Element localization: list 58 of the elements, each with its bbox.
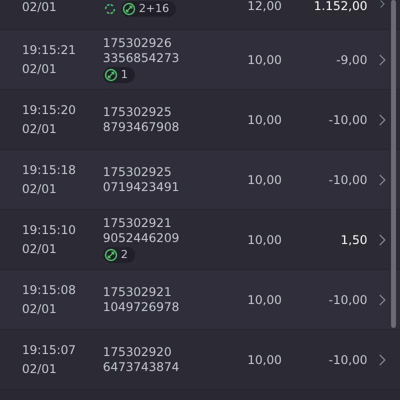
refresh-icon — [102, 2, 117, 16]
transfer-icon — [104, 68, 118, 82]
chevron-icon — [379, 54, 386, 66]
quantity-text: 10,00 — [246, 232, 282, 246]
id-text: 8793467908 — [102, 120, 180, 134]
transaction-row[interactable]: 19:15:21 02/01 175302926 3356854273 1 10,00 -9,00 — [0, 30, 400, 90]
transfer-icon — [104, 248, 118, 262]
id-text: 9052446209 — [102, 231, 180, 246]
chevron-icon — [379, 354, 386, 366]
quantity-text: 10,00 — [246, 52, 282, 66]
time-text: 19:15:20 — [22, 102, 77, 118]
id-text: 1049726978 — [102, 300, 180, 314]
time-text: 19:15:08 — [22, 282, 77, 298]
chevron-icon — [379, 114, 386, 126]
amount-text: -10,00 — [328, 172, 368, 186]
amount-text: 1,50 — [340, 232, 368, 246]
transfer-icon — [122, 2, 136, 16]
time-text: 19:15:18 — [22, 162, 77, 178]
amount-text: 1.152,00 — [312, 0, 368, 13]
amount-text: -9,00 — [335, 52, 368, 66]
id-text: 175302921 — [102, 216, 173, 231]
chevron-icon — [379, 234, 386, 246]
id-text: 6473743874 — [102, 360, 180, 374]
id-text: 175302925 — [102, 104, 173, 120]
amount-text: -10,00 — [328, 112, 368, 126]
chevron-icon — [379, 0, 386, 8]
time-text: 19:15:10 — [22, 222, 77, 238]
quantity-text: 10,00 — [246, 352, 282, 366]
date-text: 02/01 — [22, 0, 58, 15]
date-text: 02/01 — [22, 120, 58, 138]
date-text: 02/01 — [22, 60, 58, 78]
date-text: 02/01 — [22, 300, 58, 318]
date-text: 02/01 — [22, 360, 58, 378]
quantity-text: 10,00 — [246, 112, 282, 126]
transaction-row[interactable]: 19:15:18 02/01 175302925 0719423491 10,00 -10,00 — [0, 150, 400, 210]
badge-count: 2+16 — [138, 2, 170, 16]
quantity-text: 10,00 — [246, 172, 282, 186]
quantity-text: 10,00 — [246, 292, 282, 306]
time-text: 19:15:21 — [22, 42, 77, 58]
transaction-row[interactable]: 02/01 2+16 12,00 1.152,00 — [0, 0, 400, 30]
id-text: 175302920 — [102, 344, 173, 360]
scrollbar[interactable] — [391, 0, 396, 328]
date-text: 02/01 — [22, 240, 58, 258]
chevron-icon — [379, 294, 386, 306]
amount-text: -10,00 — [328, 352, 368, 366]
chevron-icon — [379, 174, 386, 186]
id-text: 3356854273 — [102, 51, 180, 66]
date-text: 02/01 — [22, 180, 58, 198]
id-text: 175302921 — [102, 284, 173, 300]
id-text: 175302926 — [102, 36, 173, 51]
transaction-row[interactable]: 19:15:08 02/01 175302921 1049726978 10,00 -10,00 — [0, 270, 400, 330]
amount-text: -10,00 — [328, 292, 368, 306]
badge-count: 1 — [120, 68, 128, 82]
time-text: 19:15:07 — [22, 342, 77, 358]
id-text: 0719423491 — [102, 180, 180, 194]
id-text: 175302925 — [102, 164, 173, 180]
badge-count: 2 — [120, 248, 128, 262]
quantity-text: 12,00 — [246, 0, 282, 13]
